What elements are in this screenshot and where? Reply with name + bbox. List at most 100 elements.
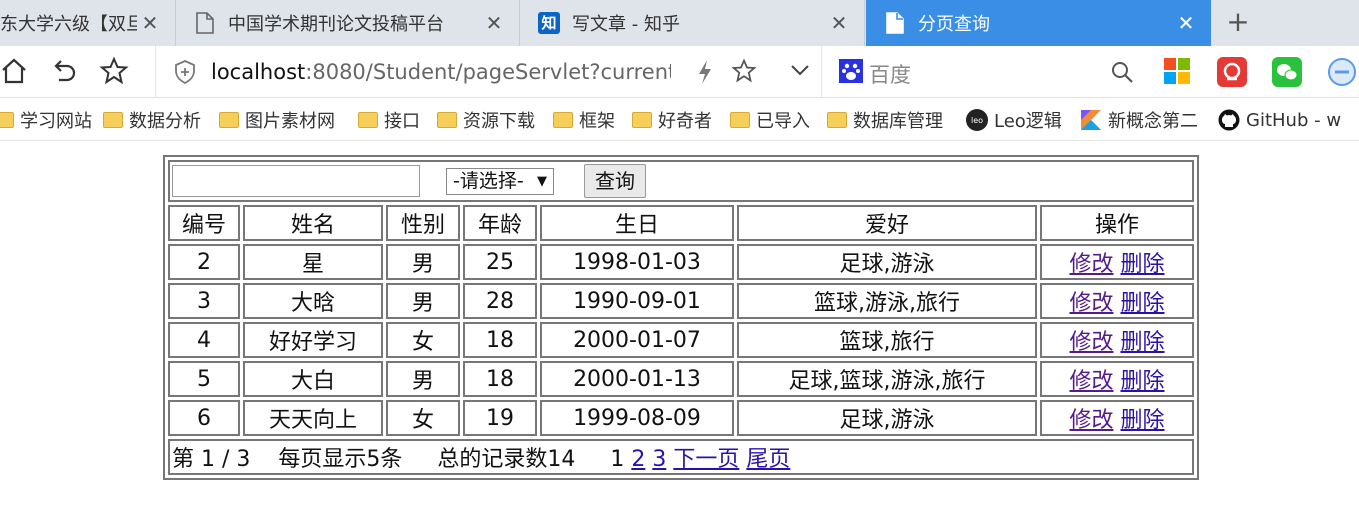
security-shield-icon[interactable]: [174, 60, 196, 88]
tab-2-title: 中国学术期刊论文投稿平台: [228, 14, 444, 35]
bookmark-label: 数据库管理: [853, 111, 943, 132]
tab-3-title: 写文章 - 知乎: [572, 14, 680, 35]
page-icon: [884, 12, 906, 34]
tab-1[interactable]: 东大学六级【双旦 ✕: [0, 0, 176, 46]
header-gender: 性别: [386, 205, 460, 241]
minus-circle-icon[interactable]: [1327, 57, 1357, 87]
address-bar[interactable]: localhost:8080/Student/pageServlet?curre…: [155, 46, 822, 98]
cell-id: 2: [168, 244, 240, 280]
bookmark-label: 图片素材网: [245, 111, 335, 132]
student-table: -请选择- ▼ 查询 编号 姓名 性别 年龄 生日 爱好 操作 2 星 男 25 1…: [163, 155, 1199, 480]
bookmark-label: Leo逻辑: [994, 111, 1062, 132]
bookmark-label: 新概念第二: [1108, 111, 1198, 132]
search-box[interactable]: 百度: [835, 46, 1140, 98]
last-page-link[interactable]: 尾页: [746, 447, 790, 472]
edit-link[interactable]: 修改: [1069, 369, 1113, 394]
table-row: 3 大晗 男 28 1990-09-01 篮球,游泳,旅行 修改 删除: [168, 283, 1194, 319]
query-button[interactable]: 查询: [584, 164, 646, 198]
chevron-down-icon[interactable]: [790, 62, 810, 81]
cell-birthday: 1999-08-09: [540, 400, 734, 436]
page-size-info: 每页显示5条: [278, 447, 403, 472]
header-hobby: 爱好: [737, 205, 1037, 241]
svg-text:leo: leo: [971, 116, 983, 125]
bookmark-label: 框架: [579, 111, 615, 132]
delete-link[interactable]: 删除: [1121, 330, 1165, 355]
next-page-link[interactable]: 下一页: [673, 447, 739, 472]
bookmark-folder[interactable]: 好奇者: [632, 107, 712, 133]
page-link-2[interactable]: 2: [631, 447, 645, 472]
cell-age: 28: [463, 283, 537, 319]
edit-link[interactable]: 修改: [1069, 291, 1113, 316]
delete-link[interactable]: 删除: [1121, 369, 1165, 394]
header-id: 编号: [168, 205, 240, 241]
current-page-number: 1: [610, 447, 625, 472]
bookmark-link[interactable]: 新概念第二: [1080, 107, 1200, 133]
edit-link[interactable]: 修改: [1069, 408, 1113, 433]
delete-link[interactable]: 删除: [1121, 291, 1165, 316]
url-text[interactable]: localhost:8080/Student/pageServlet?curre…: [211, 60, 671, 84]
bookmark-folder[interactable]: 接口: [358, 107, 420, 133]
cell-age: 25: [463, 244, 537, 280]
bookmark-link[interactable]: leo Leo逻辑: [966, 107, 1062, 133]
tab-3[interactable]: 知 写文章 - 知乎 ✕: [520, 0, 865, 46]
leo-logo-icon: leo: [966, 109, 988, 131]
edit-link[interactable]: 修改: [1069, 330, 1113, 355]
tab-1-close-icon[interactable]: ✕: [137, 11, 163, 35]
bookmark-folder[interactable]: 资源下载: [437, 107, 535, 133]
apps-grid-icon[interactable]: [1163, 57, 1193, 87]
undo-icon[interactable]: [48, 56, 80, 88]
delete-link[interactable]: 删除: [1121, 252, 1165, 277]
favorite-star-icon[interactable]: [98, 56, 130, 88]
bookmark-link[interactable]: GitHub - w: [1218, 107, 1341, 133]
folder-icon: [632, 112, 652, 128]
cell-hobby: 足球,游泳: [737, 244, 1037, 280]
tab-2[interactable]: 中国学术期刊论文投稿平台 ✕: [176, 0, 520, 46]
pager: 第 1 / 3 每页显示5条 总的记录数14 1 2 3 下一页 尾页: [168, 439, 1194, 475]
folder-icon: [437, 112, 457, 128]
folder-icon: [730, 112, 750, 128]
page-info: 第 1 / 3: [172, 447, 251, 472]
bookmark-label: 接口: [384, 111, 420, 132]
bookmark-folder[interactable]: 框架: [553, 107, 615, 133]
bookmark-star-icon[interactable]: [731, 58, 757, 88]
cell-age: 18: [463, 361, 537, 397]
bookmark-folder[interactable]: 已导入: [730, 107, 810, 133]
page-icon: [194, 12, 216, 34]
delete-link[interactable]: 删除: [1121, 408, 1165, 433]
pager-row: 第 1 / 3 每页显示5条 总的记录数14 1 2 3 下一页 尾页: [168, 439, 1194, 475]
table-header-row: 编号 姓名 性别 年龄 生日 爱好 操作: [168, 205, 1194, 241]
tab-2-close-icon[interactable]: ✕: [481, 11, 507, 35]
lightning-icon[interactable]: [696, 59, 714, 89]
wechat-icon[interactable]: [1272, 57, 1302, 87]
search-input[interactable]: [172, 165, 420, 197]
condition-select[interactable]: -请选择- ▼: [446, 167, 554, 195]
home-icon[interactable]: [0, 56, 30, 88]
bookmark-label: 学习网站: [20, 111, 92, 132]
bookmark-label: 好奇者: [658, 111, 712, 132]
new-tab-icon[interactable]: +: [1222, 6, 1254, 38]
page-link-3[interactable]: 3: [652, 447, 666, 472]
cell-gender: 女: [386, 322, 460, 358]
bookmark-folder[interactable]: 学习网站: [0, 107, 92, 133]
tab-4-active[interactable]: 分页查询 ✕: [866, 0, 1211, 46]
bookmark-folder[interactable]: 数据分析: [103, 107, 201, 133]
url-host: localhost: [211, 60, 306, 84]
tab-3-close-icon[interactable]: ✕: [826, 11, 852, 35]
bookmark-folder[interactable]: 图片素材网: [219, 107, 337, 133]
bookmark-folder[interactable]: 数据库管理: [827, 107, 965, 133]
edit-link[interactable]: 修改: [1069, 252, 1113, 277]
red-extension-icon[interactable]: [1217, 57, 1247, 87]
table-row: 4 好好学习 女 18 2000-01-07 篮球,旅行 修改 删除: [168, 322, 1194, 358]
folder-icon: [358, 112, 378, 128]
tab-4-close-icon[interactable]: ✕: [1173, 11, 1199, 35]
search-form-row: -请选择- ▼ 查询: [168, 160, 1194, 202]
tab-4-title: 分页查询: [918, 14, 990, 35]
folder-icon: [0, 112, 14, 128]
cell-id: 5: [168, 361, 240, 397]
cell-gender: 男: [386, 361, 460, 397]
github-icon: [1218, 109, 1240, 131]
table-row: 2 星 男 25 1998-01-03 足球,游泳 修改 删除: [168, 244, 1194, 280]
bookmark-label: 已导入: [756, 111, 810, 132]
search-form: -请选择- ▼ 查询: [168, 160, 1194, 202]
search-icon[interactable]: [1110, 60, 1134, 88]
